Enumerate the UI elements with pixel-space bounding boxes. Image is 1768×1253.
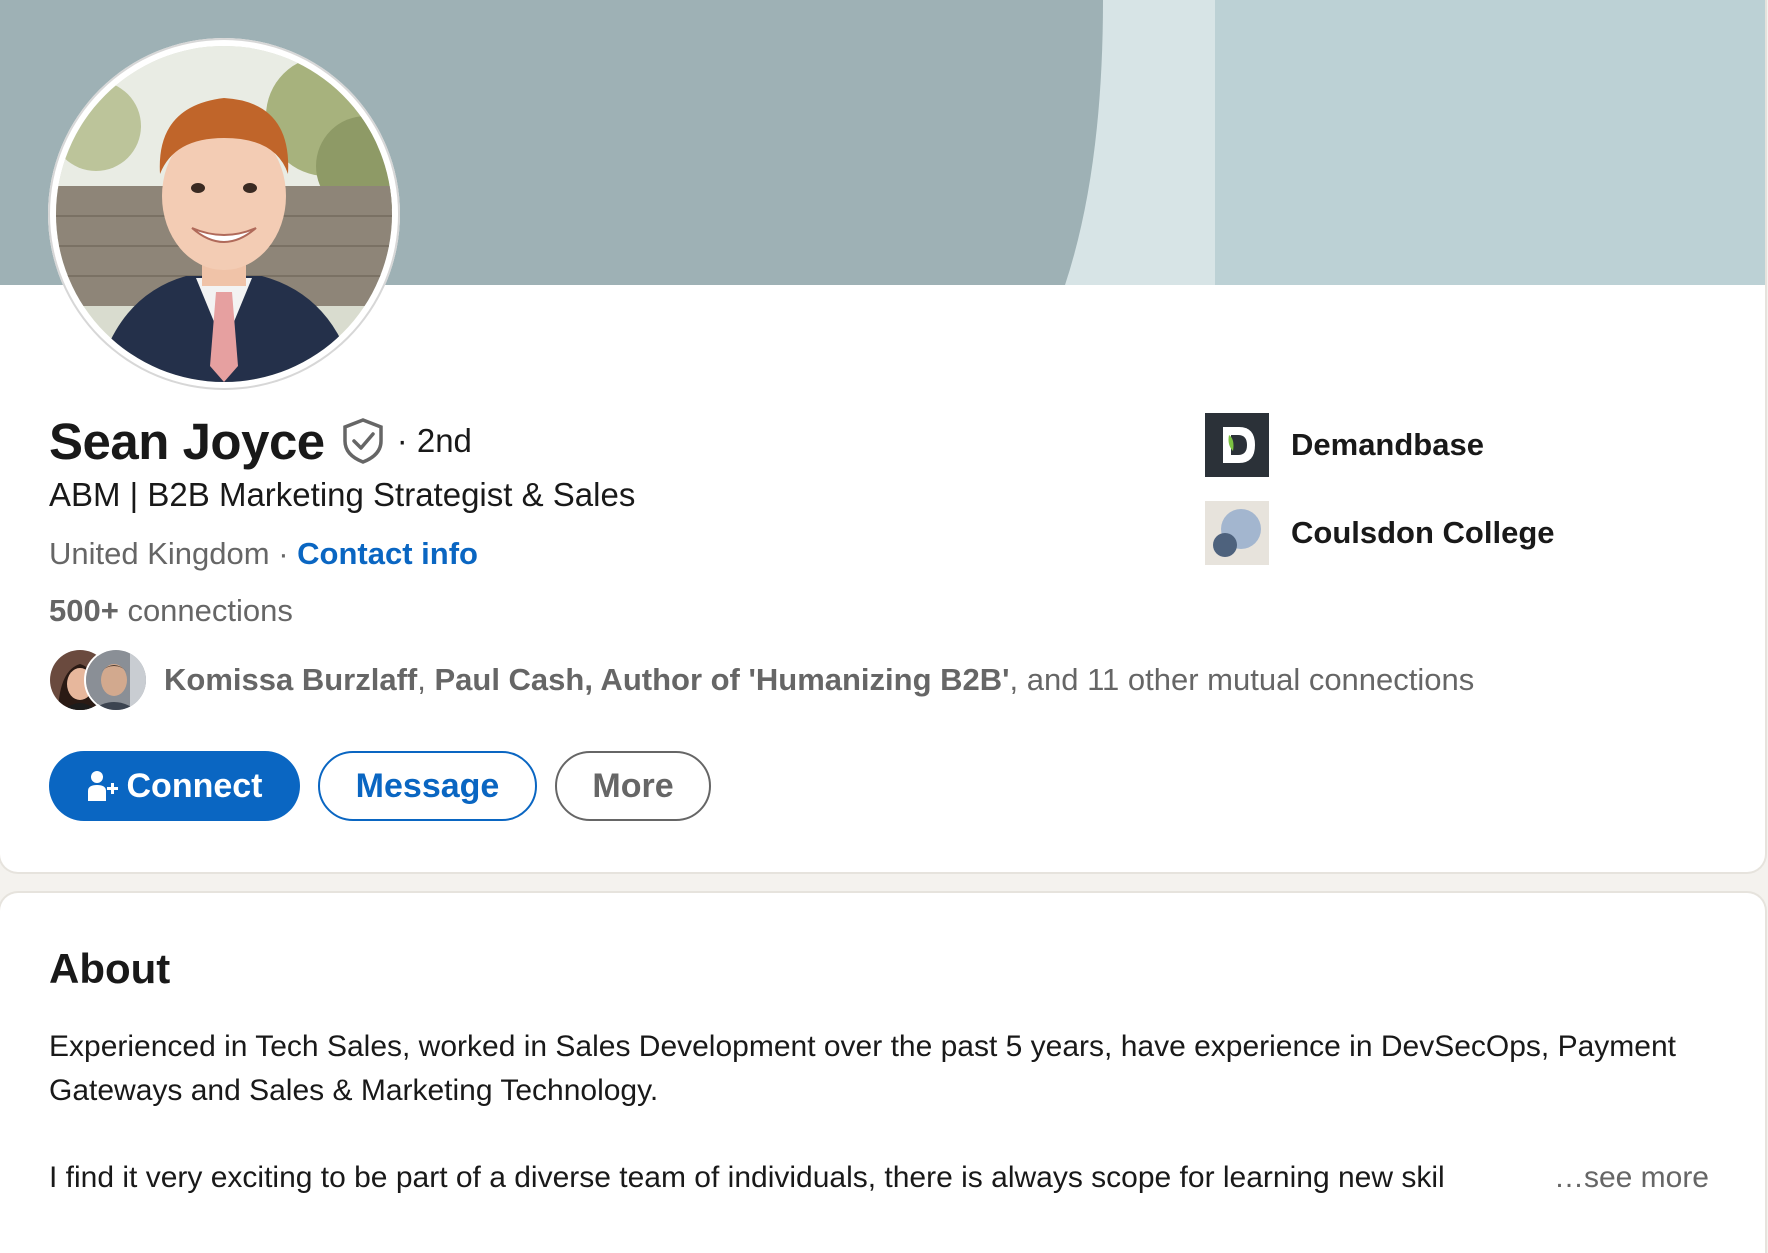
location-row: United Kingdom · Contact info (49, 536, 478, 572)
about-paragraph-2: I find it very exciting to be part of a … (49, 1161, 1445, 1194)
location-separator: · (269, 536, 298, 571)
school-name: Coulsdon College (1291, 515, 1555, 550)
mutual-name-2: Paul Cash, Author of 'Humanizing B2B' (434, 662, 1010, 697)
company-name: Demandbase (1291, 427, 1484, 462)
connect-button-label: Connect (126, 766, 263, 805)
profile-name: Sean Joyce (49, 412, 325, 470)
mutual-avatars (48, 648, 148, 712)
mutual-name-1: Komissa Burzlaff (164, 662, 418, 697)
contact-info-link[interactable]: Contact info (297, 536, 478, 571)
coulsdon-college-logo-icon (1205, 501, 1269, 565)
message-button[interactable]: Message (318, 751, 537, 821)
current-company-item[interactable]: Demandbase (1205, 412, 1555, 478)
see-more-link[interactable]: …see more (1554, 1156, 1709, 1200)
mutual-rest: , and 11 other mutual connections (1009, 662, 1475, 697)
mutual-connections-row[interactable]: Komissa Burzlaff, Paul Cash, Author of '… (48, 648, 1474, 712)
demandbase-logo-icon (1205, 413, 1269, 477)
profile-photo[interactable] (48, 38, 400, 390)
connections-label: connections (118, 593, 293, 628)
about-title: About (49, 945, 171, 992)
profile-actions: Connect Message More (49, 751, 711, 821)
profile-name-row: Sean Joyce · 2nd (49, 408, 472, 474)
mutual-connections-text: Komissa Burzlaff, Paul Cash, Author of '… (164, 662, 1474, 698)
connections-row[interactable]: 500+ connections (49, 593, 293, 629)
profile-headline: ABM | B2B Marketing Strategist & Sales (49, 476, 636, 513)
connect-button[interactable]: Connect (49, 751, 300, 821)
experience-education-list: Demandbase Coulsdon College (1205, 412, 1555, 588)
about-section: About Experienced in Tech Sales, worked … (0, 893, 1765, 1253)
verified-shield-icon[interactable] (341, 417, 385, 465)
about-truncated-row: I find it very exciting to be part of a … (49, 1156, 1709, 1200)
education-item[interactable]: Coulsdon College (1205, 500, 1555, 566)
profile-location: United Kingdom (49, 536, 270, 571)
mutual-avatar (84, 648, 148, 712)
add-person-icon (87, 769, 119, 803)
profile-photo-image (56, 46, 392, 382)
mutual-separator: , (417, 662, 435, 697)
more-button[interactable]: More (555, 751, 711, 821)
connections-count: 500+ (49, 593, 119, 628)
profile-top-card: Sean Joyce · 2nd ABM | B2B Marketing Str… (0, 0, 1765, 872)
about-paragraph-1: Experienced in Tech Sales, worked in Sal… (49, 1030, 1676, 1107)
connection-degree: · 2nd (396, 422, 472, 459)
